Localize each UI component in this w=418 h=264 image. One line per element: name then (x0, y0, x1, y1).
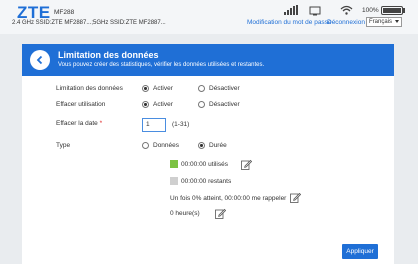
page-subtitle: Vous pouvez créer des statistiques, véri… (58, 62, 265, 68)
type-duration-label: Durée (209, 142, 227, 149)
device-model: MF288 (54, 9, 75, 16)
top-header: ZTE MF288 2.4 GHz SSID:ZTE MF2887...;5GH… (0, 0, 418, 34)
battery-icon (381, 6, 403, 15)
apply-button[interactable]: Appliquer (342, 244, 378, 259)
clear-disable-radio[interactable] (198, 101, 205, 108)
panel-header: Limitation des données Vous pouvez créer… (22, 44, 394, 76)
clear-date-input[interactable]: 1 (142, 118, 166, 132)
edit-icon[interactable] (290, 192, 301, 203)
logout-link[interactable]: Déconnexion (327, 19, 365, 26)
clear-enable-label: Activer (153, 101, 173, 108)
edit-icon[interactable] (215, 208, 226, 219)
clear-date-label: Effacer la date * (56, 120, 103, 127)
limit-disable-radio[interactable] (198, 85, 205, 92)
page-title: Limitation des données (58, 50, 159, 60)
clear-usage-label: Effacer utilisation (56, 101, 106, 108)
date-range-hint: (1-31) (172, 121, 190, 128)
limit-disable-label: Désactiver (209, 85, 240, 92)
clear-disable-label: Désactiver (209, 101, 240, 108)
limit-enable-radio[interactable] (142, 85, 149, 92)
edit-icon[interactable] (241, 159, 252, 170)
remaining-value: 00:00:00 restants (181, 178, 232, 185)
limit-label: Limitation des données (56, 85, 123, 92)
arrow-left-icon (36, 55, 43, 65)
type-duration-radio[interactable] (198, 142, 205, 149)
data-limit-panel: Limitation des données Vous pouvez créer… (22, 44, 394, 264)
required-marker: * (99, 120, 103, 127)
back-button[interactable] (30, 50, 50, 70)
language-select[interactable]: Français (366, 17, 402, 27)
hours-value: 0 heure(s) (170, 210, 200, 217)
signal-strength-icon (284, 5, 299, 15)
used-color-swatch (170, 160, 178, 168)
remaining-color-swatch (170, 177, 178, 185)
type-label: Type (56, 142, 71, 149)
type-data-radio[interactable] (142, 142, 149, 149)
change-password-link[interactable]: Modification du mot de passe (247, 19, 332, 26)
type-data-label: Données (153, 142, 180, 149)
limit-enable-label: Activer (153, 85, 173, 92)
reminder-text: Un fois 0% atteint, 00:00:00 me rappeler (170, 195, 287, 202)
ssid-info: 2.4 GHz SSID:ZTE MF2887...;5GHz SSID:ZTE… (12, 20, 166, 26)
wifi-icon (340, 5, 353, 15)
clear-enable-radio[interactable] (142, 101, 149, 108)
chevron-down-icon (395, 20, 399, 23)
battery-percentage: 100% (362, 7, 379, 14)
language-value: Français (369, 19, 393, 25)
used-value: 00:00:00 utilisés (181, 161, 228, 168)
network-icon (309, 6, 321, 16)
